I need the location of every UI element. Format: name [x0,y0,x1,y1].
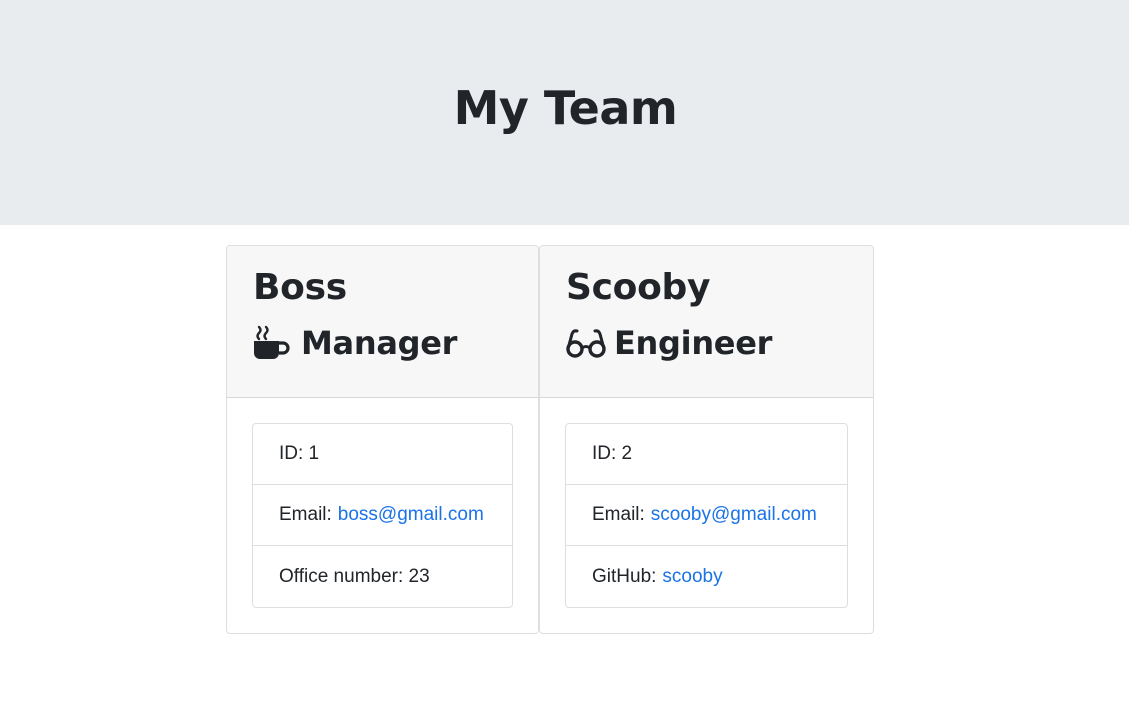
list-item-github: GitHub: scooby [566,546,847,607]
github-label: GitHub: [592,565,657,587]
coffee-mug-icon [253,325,293,361]
list-item-email: Email: boss@gmail.com [253,485,512,546]
employee-name: Scooby [566,267,711,308]
email-link[interactable]: boss@gmail.com [338,504,484,526]
list-item-id: ID: 2 [566,424,847,485]
glasses-icon [566,325,606,361]
employee-role: Engineer [566,324,873,362]
id-text: ID: 1 [279,443,320,464]
list-item-id: ID: 1 [253,424,512,485]
id-text: ID: 2 [592,443,633,464]
card-header: Boss Manager [227,246,538,398]
employee-name: Boss [253,267,347,308]
email-label: Email: [592,504,645,525]
page-title: My Team [453,80,678,135]
github-link[interactable]: scooby [662,566,722,588]
role-label: Manager [301,324,458,362]
employee-details: ID: 2 Email: scooby@gmail.com GitHub: sc… [565,423,848,608]
role-label: Engineer [614,324,773,362]
employee-card-engineer: Scooby Engineer ID: 2 Email: scooby@gmai… [539,245,874,634]
list-item-email: Email: scooby@gmail.com [566,485,847,546]
employee-details: ID: 1 Email: boss@gmail.com Office numbe… [252,423,513,608]
employee-card-manager: Boss Manager ID: 1 Email: boss@gmail.com [226,245,539,634]
card-header: Scooby Engineer [540,246,873,398]
card-body: ID: 2 Email: scooby@gmail.com GitHub: sc… [540,398,873,608]
list-item-office: Office number: 23 [253,546,512,607]
email-label: Email: [279,504,332,525]
email-link[interactable]: scooby@gmail.com [651,504,817,526]
employee-role: Manager [253,324,538,362]
office-number-text: Office number: 23 [279,565,430,587]
card-body: ID: 1 Email: boss@gmail.com Office numbe… [227,398,538,608]
jumbotron-header: My Team [0,0,1129,225]
